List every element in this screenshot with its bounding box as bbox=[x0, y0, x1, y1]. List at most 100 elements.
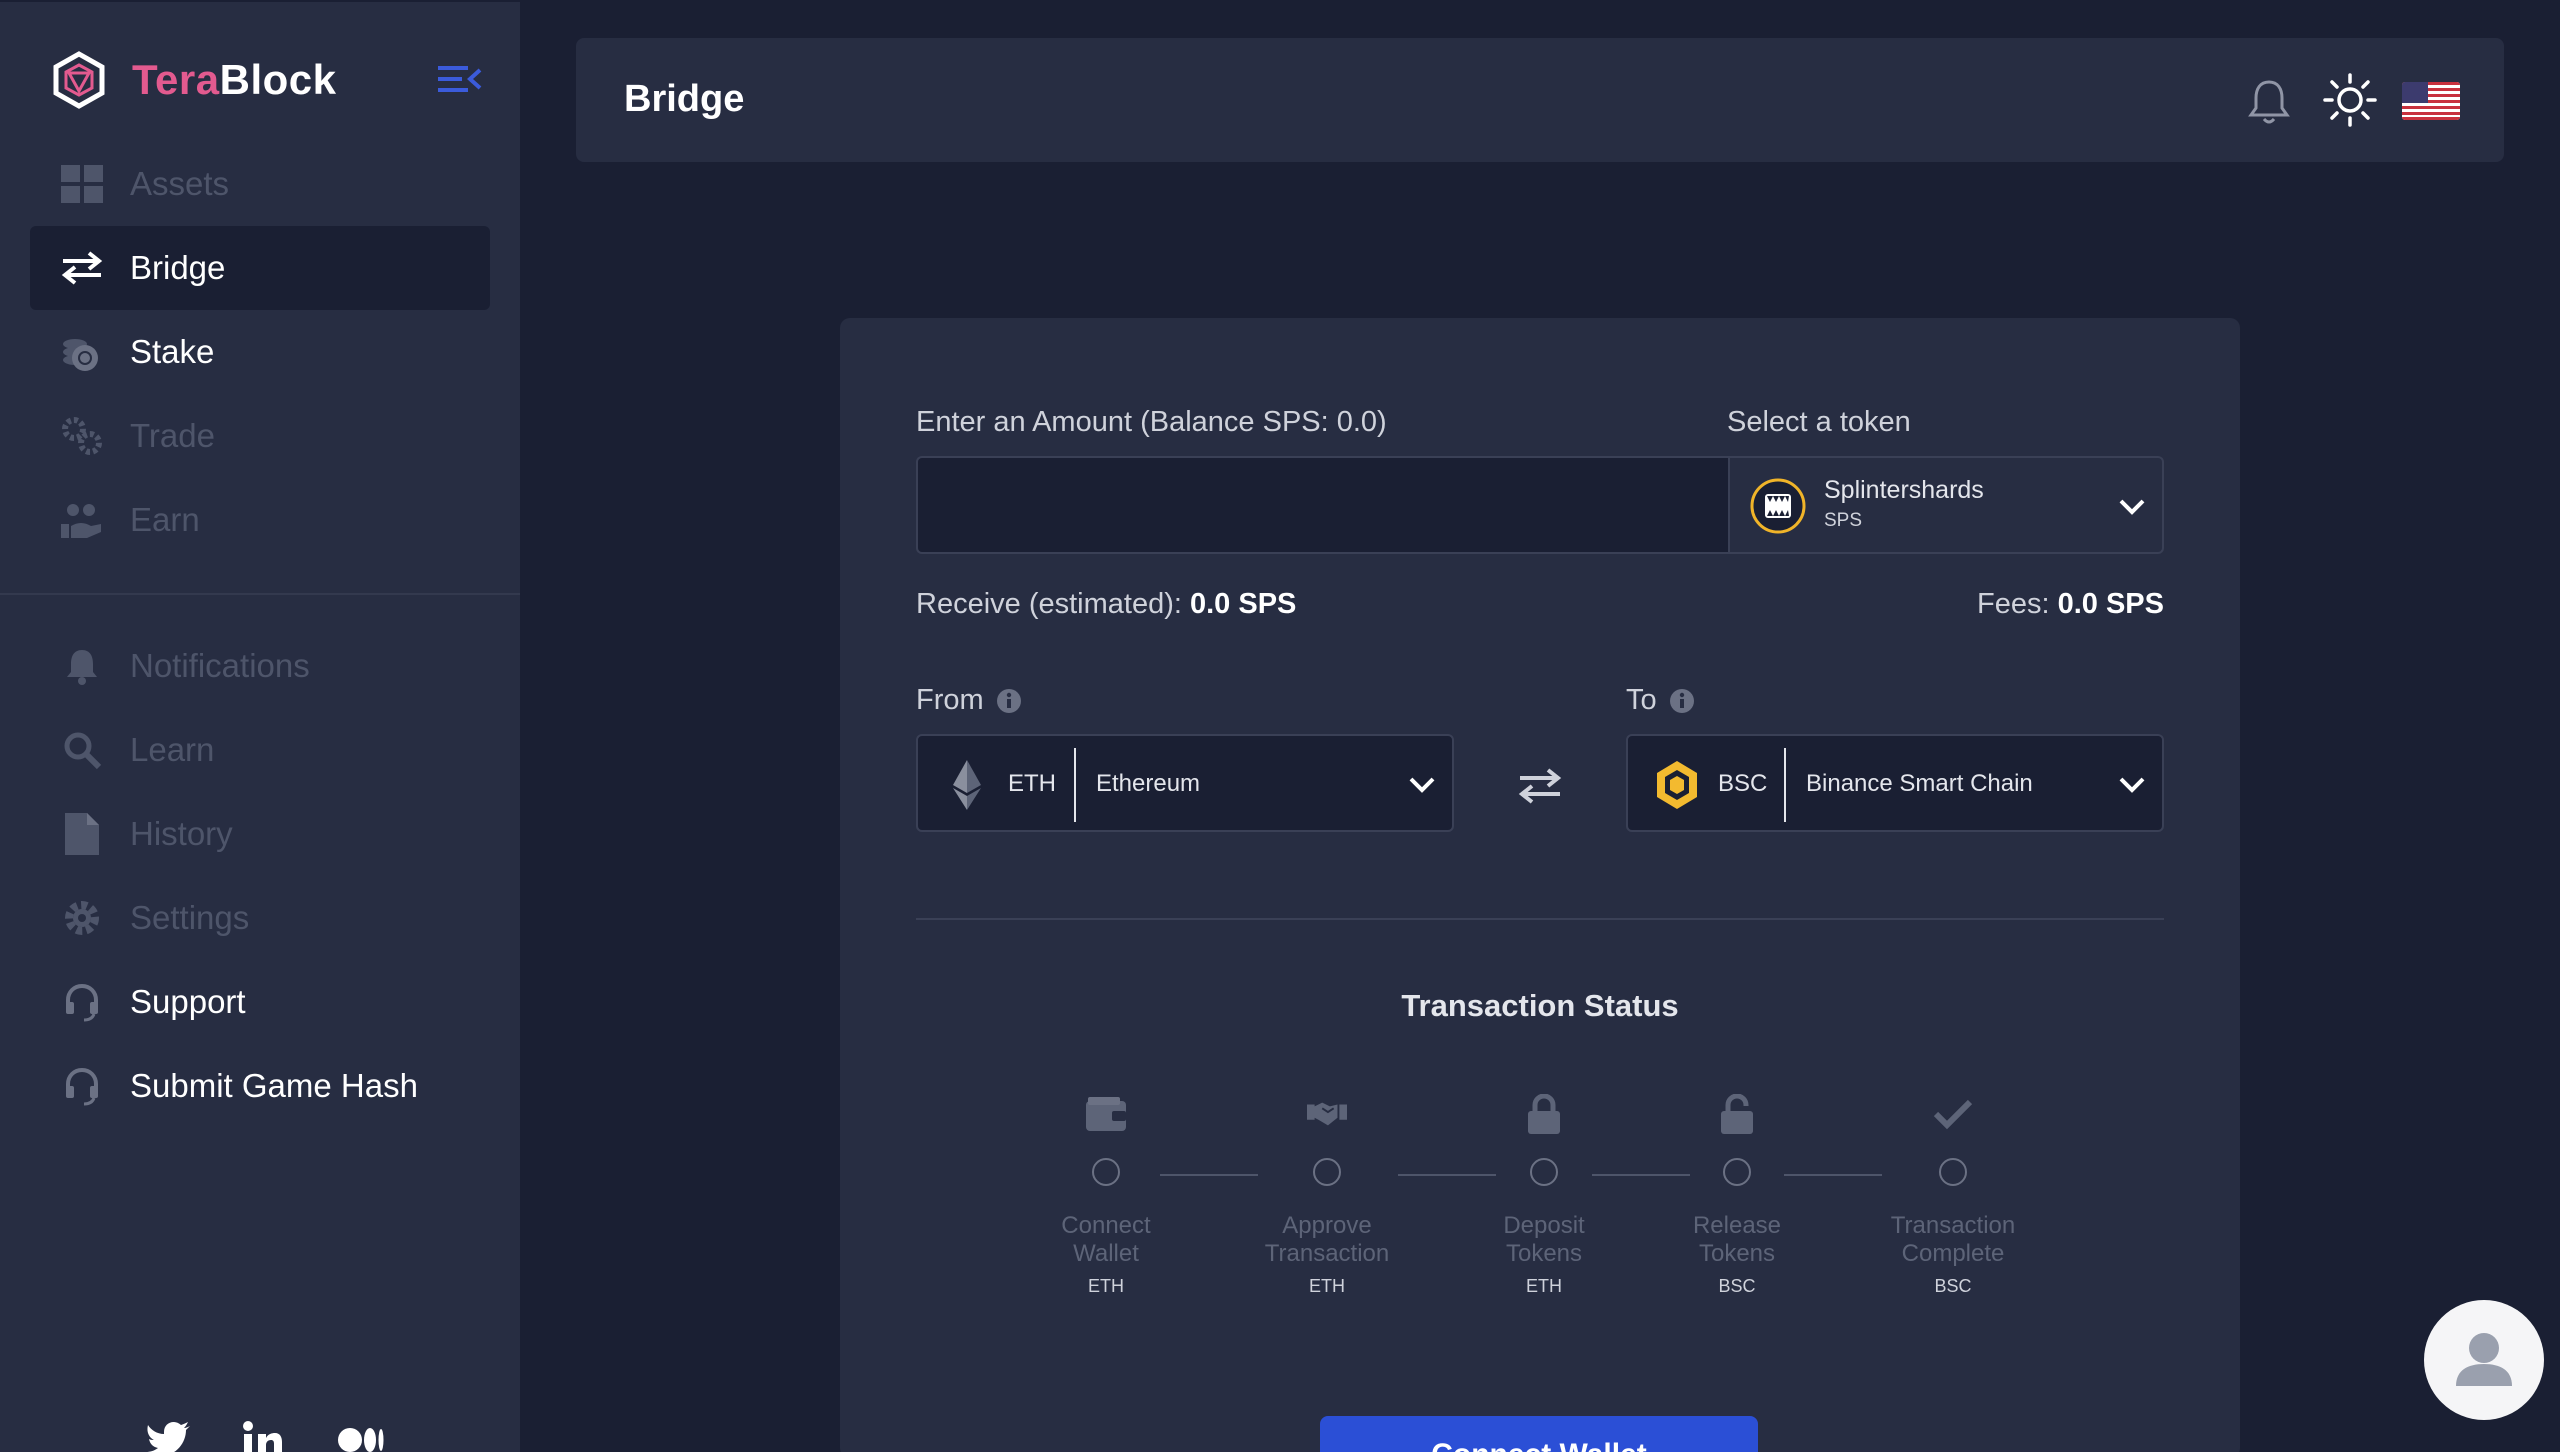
chain-separator bbox=[1074, 748, 1076, 822]
sidebar-item-label: History bbox=[130, 815, 233, 852]
sidebar-item-submit-game-hash[interactable]: Submit Game Hash bbox=[30, 1044, 490, 1128]
step-indicator bbox=[1939, 1158, 1967, 1186]
fees-value: 0.0 SPS bbox=[2057, 588, 2164, 620]
step-label: Deposit Tokens bbox=[1459, 1212, 1629, 1268]
to-chain-symbol: BSC bbox=[1718, 770, 1768, 797]
step-label: Connect Wallet bbox=[1021, 1212, 1191, 1268]
step-indicator bbox=[1313, 1158, 1341, 1186]
step-label-line: Tokens bbox=[1698, 1240, 1776, 1267]
sidebar-item-learn[interactable]: Learn bbox=[30, 708, 490, 792]
gears-icon bbox=[60, 414, 104, 458]
step-indicator bbox=[1530, 1158, 1558, 1186]
from-chain-select[interactable]: ETH Ethereum bbox=[916, 734, 1454, 832]
sidebar-item-label: Support bbox=[130, 983, 246, 1020]
sidebar-item-label: Notifications bbox=[130, 647, 310, 684]
sidebar-item-stake[interactable]: Stake bbox=[30, 310, 490, 394]
bnb-chain-icon bbox=[1657, 761, 1697, 809]
sidebar-item-label: Trade bbox=[130, 417, 215, 454]
splintershards-token-icon bbox=[1750, 478, 1806, 534]
chevron-down-icon bbox=[1409, 777, 1435, 793]
transaction-status-title: Transaction Status bbox=[1401, 988, 1679, 1023]
token-name: Splintershards bbox=[1824, 476, 1984, 504]
step-label-line: Transaction bbox=[1264, 1240, 1390, 1267]
token-symbol: SPS bbox=[1824, 510, 1863, 531]
receive-label: Receive (estimated): bbox=[916, 588, 1182, 620]
step-connector bbox=[1160, 1174, 1258, 1176]
token-select[interactable]: Splintershards SPS bbox=[1728, 456, 2164, 554]
sidebar-item-history[interactable]: History bbox=[30, 792, 490, 876]
sidebar-item-support[interactable]: Support bbox=[30, 960, 490, 1044]
unlock-icon bbox=[1717, 1094, 1757, 1134]
receive-estimate: Receive (estimated): 0.0 SPS bbox=[916, 588, 1296, 621]
page-header: Bridge bbox=[576, 38, 2504, 162]
search-icon bbox=[60, 728, 104, 772]
notification-bell-icon[interactable] bbox=[2246, 78, 2292, 128]
swap-chains-icon[interactable] bbox=[1518, 766, 1562, 806]
step-indicator bbox=[1723, 1158, 1751, 1186]
sidebar-item-label: Assets bbox=[130, 165, 230, 202]
terablock-logo-icon bbox=[53, 51, 105, 109]
token-label: Select a token bbox=[1727, 406, 1911, 438]
step-label-line: Tokens bbox=[1505, 1240, 1583, 1267]
chevron-down-icon bbox=[2119, 777, 2145, 793]
profile-avatar-button[interactable] bbox=[2424, 1300, 2544, 1420]
sidebar-divider bbox=[0, 593, 520, 595]
to-label: To bbox=[1626, 684, 1695, 717]
amount-input[interactable] bbox=[916, 456, 1728, 554]
step-label-line: Approve bbox=[1282, 1212, 1372, 1239]
theme-toggle-sun-icon[interactable] bbox=[2322, 72, 2378, 128]
to-label-text: To bbox=[1626, 684, 1657, 716]
arrows-swap-icon bbox=[60, 246, 104, 290]
step-label-line: Transaction bbox=[1890, 1212, 2016, 1239]
sidebar-item-earn[interactable]: Earn bbox=[30, 478, 490, 562]
sidebar-item-notifications[interactable]: Notifications bbox=[30, 624, 490, 708]
sidebar-item-trade[interactable]: Trade bbox=[30, 394, 490, 478]
info-icon[interactable] bbox=[1669, 688, 1695, 714]
page-title: Bridge bbox=[624, 78, 745, 120]
step-label-line: Complete bbox=[1901, 1240, 2005, 1267]
medium-icon[interactable] bbox=[338, 1420, 384, 1452]
section-divider bbox=[916, 918, 2164, 920]
step-label-line: Deposit bbox=[1503, 1212, 1585, 1239]
from-label: From bbox=[916, 684, 1022, 717]
step-chain: ETH bbox=[1526, 1276, 1562, 1296]
step-label: Release Tokens bbox=[1652, 1212, 1822, 1268]
gear-icon bbox=[60, 896, 104, 940]
menu-collapse-icon[interactable] bbox=[438, 64, 482, 94]
us-flag-icon[interactable] bbox=[2402, 82, 2460, 120]
hand-coins-icon bbox=[60, 498, 104, 542]
info-icon[interactable] bbox=[996, 688, 1022, 714]
to-chain-select[interactable]: BSC Binance Smart Chain bbox=[1626, 734, 2164, 832]
wallet-icon bbox=[1086, 1094, 1126, 1134]
sidebar-item-bridge[interactable]: Bridge bbox=[30, 226, 490, 310]
headset-icon bbox=[60, 980, 104, 1024]
connect-wallet-button[interactable]: Connect Wallet bbox=[1320, 1416, 1758, 1452]
twitter-icon[interactable] bbox=[146, 1420, 192, 1452]
step-label: Approve Transaction bbox=[1242, 1212, 1412, 1268]
check-icon bbox=[1933, 1094, 1973, 1134]
step-indicator bbox=[1092, 1158, 1120, 1186]
sidebar-item-assets[interactable]: Assets bbox=[30, 142, 490, 226]
sidebar-item-label: Bridge bbox=[130, 249, 226, 286]
brand-name-tera: Tera bbox=[132, 56, 220, 103]
headset-icon bbox=[60, 1064, 104, 1108]
brand[interactable]: TeraBlock bbox=[52, 50, 336, 110]
linkedin-icon[interactable] bbox=[242, 1420, 288, 1452]
sidebar-item-label: Settings bbox=[130, 899, 250, 936]
step-chain: BSC bbox=[1718, 1276, 1756, 1296]
step-label: Transaction Complete bbox=[1868, 1212, 2038, 1268]
to-chain-name: Binance Smart Chain bbox=[1806, 770, 2033, 797]
receive-value: 0.0 SPS bbox=[1190, 588, 1297, 620]
step-chain: BSC bbox=[1934, 1276, 1972, 1296]
chevron-down-icon bbox=[2119, 499, 2145, 515]
chain-separator bbox=[1784, 748, 1786, 822]
from-chain-name: Ethereum bbox=[1096, 770, 1201, 797]
sidebar-item-label: Learn bbox=[130, 731, 215, 768]
sidebar: TeraBlock Assets Bridge Stake Trade Earn… bbox=[0, 0, 520, 1452]
step-chain: ETH bbox=[1088, 1276, 1124, 1296]
amount-label: Enter an Amount (Balance SPS: 0.0) bbox=[916, 406, 1387, 438]
document-icon bbox=[60, 812, 104, 856]
step-connector bbox=[1398, 1174, 1496, 1176]
sidebar-item-settings[interactable]: Settings bbox=[30, 876, 490, 960]
step-connector bbox=[1784, 1174, 1882, 1176]
